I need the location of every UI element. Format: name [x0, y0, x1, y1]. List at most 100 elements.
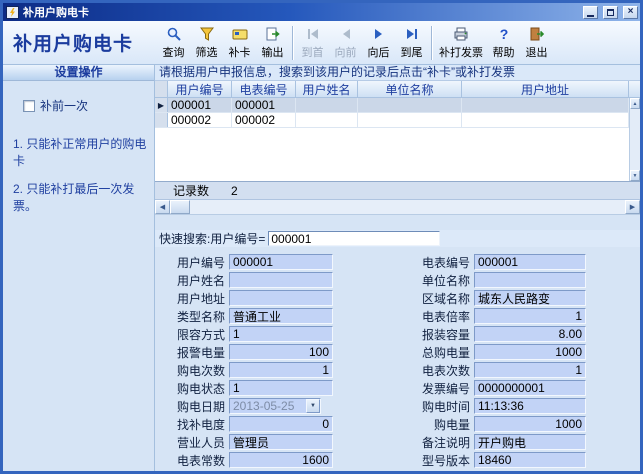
grid-row[interactable]: ▶ 000002 000002 [155, 113, 629, 128]
toolbar-button[interactable]: 到尾 [395, 23, 428, 63]
form-field-row: 发票编号 0000000001 ▼ [418, 380, 586, 396]
toolbar-button[interactable]: 筛选 [190, 23, 223, 63]
field-label: 限容方式 [173, 326, 225, 343]
record-count-value: 2 [231, 184, 238, 198]
checkbox-icon [23, 100, 35, 112]
form-field-row: 购电日期 2013-05-25 ▼ [173, 398, 333, 414]
scroll-track[interactable] [190, 200, 625, 214]
form-field-row: 总购电量 1000 ▼ [418, 344, 586, 360]
grid-header-cell[interactable]: 用户编号 [168, 81, 232, 97]
toolbar-button[interactable]: 向前 [329, 23, 362, 63]
grid-header: 用户编号 电表编号 用户姓名 单位名称 用户地址 [155, 81, 640, 98]
field-value-box: 1600 ▼ [229, 452, 333, 468]
toolbar-button[interactable]: 到首 [296, 23, 329, 63]
grid-row[interactable]: ▶ 000001 000001 [155, 98, 629, 113]
toolbar: 查询 筛选 补卡 输出 [155, 21, 640, 64]
scroll-down-button[interactable]: ▼ [630, 170, 640, 181]
field-label: 区域名称 [418, 290, 470, 307]
grid-cell: 000002 [232, 113, 296, 127]
form-field-row: 限容方式 1 ▼ [173, 326, 333, 342]
field-value-box: 1 ▼ [229, 326, 333, 342]
field-label: 电表倍率 [418, 308, 470, 325]
field-value-box: 000001 ▼ [474, 254, 586, 270]
data-grid: 用户编号 电表编号 用户姓名 单位名称 用户地址 ▶ 000001 000001 [155, 81, 640, 182]
scroll-right-button[interactable]: ▶ [625, 200, 640, 214]
field-value: 1 [478, 309, 582, 323]
form-field-row: 报警电量 100 ▼ [173, 344, 333, 360]
toolbar-button[interactable]: 输出 [256, 23, 289, 63]
grid-vertical-scrollbar[interactable]: ▲ ▼ [629, 98, 640, 181]
field-value: 1600 [233, 453, 329, 467]
form-field-row: 型号版本 18460 ▼ [418, 452, 586, 468]
field-value: 0 [233, 417, 329, 431]
grid-body: ▶ 000001 000001 ▶ 000002 000002 [155, 98, 640, 181]
tip-item: 1. 只能补正常用户的购电卡 [13, 136, 148, 170]
form-field-row: 备注说明 开户购电 ▼ [418, 434, 586, 450]
field-value-box: 0000000001 ▼ [474, 380, 586, 396]
field-value: 1 [233, 327, 329, 341]
field-label: 类型名称 [173, 308, 225, 325]
grid-horizontal-scrollbar[interactable]: ◀ ▶ [155, 200, 640, 215]
toolbar-button-label: 补打发票 [439, 44, 483, 60]
field-value: 11:13:36 [478, 399, 582, 413]
toolbar-group: 查询 筛选 补卡 输出 [157, 23, 289, 63]
grid-header-cell[interactable]: 电表编号 [232, 81, 296, 97]
toolbar-button[interactable]: 查询 [157, 23, 190, 63]
field-label: 报装容量 [418, 326, 470, 343]
toolbar-button-label: 查询 [163, 44, 185, 60]
row-selector-cell: ▶ [155, 98, 168, 112]
grid-cell [462, 113, 629, 127]
grid-header-cell[interactable]: 用户地址 [462, 81, 629, 97]
field-label: 购电状态 [173, 380, 225, 397]
scroll-left-button[interactable]: ◀ [155, 200, 170, 214]
maximize-button[interactable] [603, 6, 618, 19]
checkbox-label: 补前一次 [40, 97, 88, 114]
toolbar-button[interactable]: 补打发票 [435, 23, 487, 63]
scroll-up-button[interactable]: ▲ [630, 98, 640, 109]
quick-search-input[interactable] [268, 231, 440, 246]
close-button[interactable]: × [623, 6, 638, 19]
toolbar-button-label: 到首 [302, 44, 324, 60]
titlebar: 补用户购电卡 × [3, 3, 640, 21]
grid-cell: 000001 [232, 98, 296, 112]
field-label: 购电日期 [173, 398, 225, 415]
field-label: 用户地址 [173, 290, 225, 307]
tip-item: 2. 只能补打最后一次发票。 [13, 181, 148, 215]
toolbar-group: 补打发票 帮助 退出 [435, 23, 553, 63]
toolbar-button-label: 补卡 [229, 44, 251, 60]
toolbar-button[interactable]: 帮助 [487, 23, 520, 63]
toolbar-button-label: 向后 [368, 44, 390, 60]
toolbar-button[interactable]: 退出 [520, 23, 553, 63]
go-prev-icon [338, 26, 354, 42]
replenish-previous-checkbox[interactable]: 补前一次 [23, 97, 148, 114]
content-area: 设置操作 补前一次 1. 只能补正常用户的购电卡 2. 只能补打最后一次发票。 … [3, 65, 640, 471]
form-field-row: 购电次数 1 ▼ [173, 362, 333, 378]
info-bar: 请根据用户申报信息，搜索到该用户的记录后点击“补卡”或补打发票 [155, 65, 640, 81]
scroll-thumb[interactable] [170, 200, 190, 214]
toolbar-group: 到首 向前 向后 到尾 [296, 23, 428, 63]
header-band: 补用户购电卡 查询 筛选 补卡 [3, 21, 640, 65]
grid-cell [358, 113, 462, 127]
field-label: 购电次数 [173, 362, 225, 379]
minimize-button[interactable] [583, 6, 598, 19]
field-label: 总购电量 [418, 344, 470, 361]
grid-header-cell[interactable]: 用户姓名 [296, 81, 358, 97]
grid-selector-header [155, 81, 168, 97]
field-value-box: 普通工业 ▼ [229, 308, 333, 324]
field-value-box: 18460 ▼ [474, 452, 586, 468]
field-label: 购电量 [418, 416, 470, 433]
form-field-row: 用户地址 ▼ [173, 290, 333, 306]
grid-header-cell[interactable]: 单位名称 [358, 81, 462, 97]
form-field-row: 购电量 1000 ▼ [418, 416, 586, 432]
exit-icon [529, 26, 545, 42]
field-value: 1 [478, 363, 582, 377]
field-value-box: 1 ▼ [229, 380, 333, 396]
form-field-row: 电表常数 1600 ▼ [173, 452, 333, 468]
field-label: 电表次数 [418, 362, 470, 379]
toolbar-button-label: 输出 [262, 44, 284, 60]
field-label: 单位名称 [418, 272, 470, 289]
toolbar-button[interactable]: 向后 [362, 23, 395, 63]
field-value-box: 开户购电 ▼ [474, 434, 586, 450]
field-label: 型号版本 [418, 452, 470, 469]
toolbar-button[interactable]: 补卡 [223, 23, 256, 63]
